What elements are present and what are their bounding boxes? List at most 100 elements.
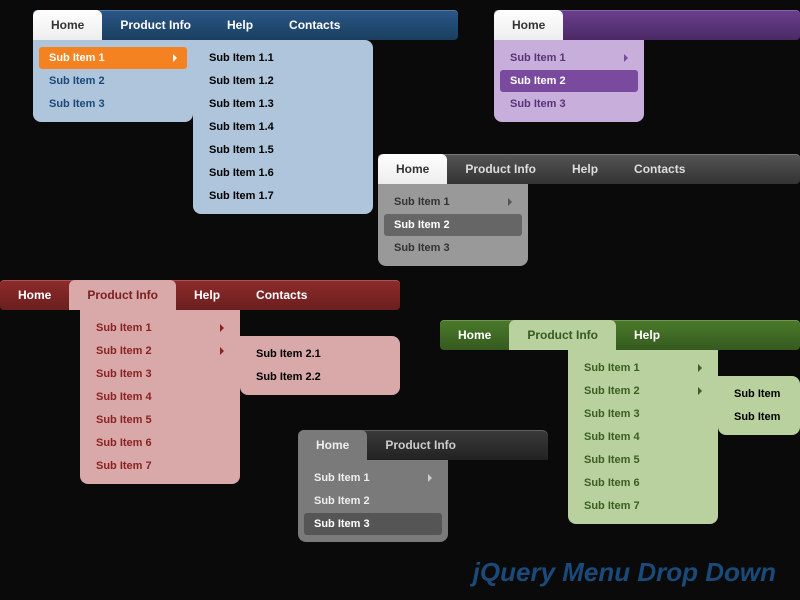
item-label: Sub Item 1.7 bbox=[209, 190, 274, 202]
item-label: Sub Item 4 bbox=[584, 431, 640, 443]
tab-home[interactable]: Home bbox=[494, 10, 563, 40]
item-label: Sub Item bbox=[734, 411, 780, 423]
item-label: Sub Item 1 bbox=[584, 362, 640, 374]
menu-item[interactable]: Sub Item 1 bbox=[574, 357, 712, 379]
item-label: Sub Item 1.3 bbox=[209, 98, 274, 110]
tab-product-info[interactable]: Product Info bbox=[367, 430, 474, 460]
chevron-right-icon bbox=[508, 198, 512, 206]
item-label: Sub Item 3 bbox=[584, 408, 640, 420]
item-label: Sub Item 5 bbox=[96, 414, 152, 426]
item-label: Sub Item 6 bbox=[96, 437, 152, 449]
tab-home[interactable]: Home bbox=[0, 280, 69, 310]
menu-item[interactable]: Sub Item 3 bbox=[574, 403, 712, 425]
tab-contacts[interactable]: Contacts bbox=[271, 10, 358, 40]
tab-product-info[interactable]: Product Info bbox=[447, 154, 554, 184]
menu-item[interactable]: Sub Item bbox=[724, 406, 794, 428]
chevron-right-icon bbox=[624, 54, 628, 62]
item-label: Sub Item 3 bbox=[510, 98, 566, 110]
menu-item[interactable]: Sub Item bbox=[724, 383, 794, 405]
item-label: Sub Item 1.2 bbox=[209, 75, 274, 87]
item-label: Sub Item 2.1 bbox=[256, 348, 321, 360]
purple-dropdown: Sub Item 1 Sub Item 2 Sub Item 3 bbox=[494, 40, 644, 122]
item-label: Sub Item 6 bbox=[584, 477, 640, 489]
menu-item[interactable]: Sub Item 2 bbox=[574, 380, 712, 402]
item-label: Sub Item 2 bbox=[584, 385, 640, 397]
blue-dropdown: Sub Item 1 Sub Item 2 Sub Item 3 bbox=[33, 40, 193, 122]
menu-item[interactable]: Sub Item 7 bbox=[574, 495, 712, 517]
item-label: Sub Item 1 bbox=[49, 52, 105, 64]
tab-contacts[interactable]: Contacts bbox=[238, 280, 325, 310]
green-submenu: Sub Item Sub Item bbox=[718, 376, 800, 435]
item-label: Sub Item 5 bbox=[584, 454, 640, 466]
menu-item[interactable]: Sub Item 1.3 bbox=[199, 93, 367, 115]
menu-item[interactable]: Sub Item 1.7 bbox=[199, 185, 367, 207]
item-label: Sub Item 3 bbox=[96, 368, 152, 380]
tab-home[interactable]: Home bbox=[378, 154, 447, 184]
tab-home[interactable]: Home bbox=[298, 430, 367, 460]
tab-product-info[interactable]: Product Info bbox=[509, 320, 616, 350]
menu-item[interactable]: Sub Item 3 bbox=[500, 93, 638, 115]
menu-item[interactable]: Sub Item 4 bbox=[86, 386, 234, 408]
green-menubar: Home Product Info Help bbox=[440, 320, 800, 350]
menu-item[interactable]: Sub Item 1 bbox=[86, 317, 234, 339]
item-label: Sub Item 1 bbox=[96, 322, 152, 334]
tab-product-info[interactable]: Product Info bbox=[69, 280, 176, 310]
menu-item[interactable]: Sub Item 1.4 bbox=[199, 116, 367, 138]
item-label: Sub Item 3 bbox=[314, 518, 370, 530]
menu-item[interactable]: Sub Item 1 bbox=[384, 191, 522, 213]
footer-title: jQuery Menu Drop Down bbox=[473, 557, 776, 588]
menu-item[interactable]: Sub Item 2 bbox=[86, 340, 234, 362]
tab-help[interactable]: Help bbox=[554, 154, 616, 184]
item-label: Sub Item 1.6 bbox=[209, 167, 274, 179]
menu-item[interactable]: Sub Item 1.2 bbox=[199, 70, 367, 92]
chevron-right-icon bbox=[173, 54, 177, 62]
menu-item[interactable]: Sub Item 3 bbox=[86, 363, 234, 385]
tab-contacts[interactable]: Contacts bbox=[616, 154, 703, 184]
menu-item[interactable]: Sub Item 2 bbox=[39, 70, 187, 92]
red-submenu: Sub Item 2.1 Sub Item 2.2 bbox=[240, 336, 400, 395]
item-label: Sub Item 2 bbox=[510, 75, 566, 87]
item-label: Sub Item 1.4 bbox=[209, 121, 274, 133]
tab-home[interactable]: Home bbox=[33, 10, 102, 40]
menu-item[interactable]: Sub Item 2 bbox=[500, 70, 638, 92]
blue-menubar: Home Product Info Help Contacts bbox=[33, 10, 458, 40]
menu-item[interactable]: Sub Item 5 bbox=[574, 449, 712, 471]
chevron-right-icon bbox=[698, 387, 702, 395]
red-menubar: Home Product Info Help Contacts bbox=[0, 280, 400, 310]
menu-item[interactable]: Sub Item 6 bbox=[574, 472, 712, 494]
menu-item[interactable]: Sub Item 3 bbox=[304, 513, 442, 535]
item-label: Sub Item 4 bbox=[96, 391, 152, 403]
red-dropdown: Sub Item 1 Sub Item 2 Sub Item 3 Sub Ite… bbox=[80, 310, 240, 484]
menu-item[interactable]: Sub Item 1.5 bbox=[199, 139, 367, 161]
item-label: Sub Item 2.2 bbox=[256, 371, 321, 383]
menu-item[interactable]: Sub Item 1 bbox=[39, 47, 187, 69]
tab-help[interactable]: Help bbox=[616, 320, 678, 350]
menu-item[interactable]: Sub Item 3 bbox=[384, 237, 522, 259]
item-label: Sub Item 2 bbox=[394, 219, 450, 231]
tab-help[interactable]: Help bbox=[176, 280, 238, 310]
chevron-right-icon bbox=[220, 347, 224, 355]
menu-item[interactable]: Sub Item 3 bbox=[39, 93, 187, 115]
dark-menubar: Home Product Info bbox=[298, 430, 548, 460]
tab-home[interactable]: Home bbox=[440, 320, 509, 350]
menu-item[interactable]: Sub Item 4 bbox=[574, 426, 712, 448]
menu-item[interactable]: Sub Item 2.1 bbox=[246, 343, 394, 365]
tab-help[interactable]: Help bbox=[209, 10, 271, 40]
menu-item[interactable]: Sub Item 1.1 bbox=[199, 47, 367, 69]
menu-item[interactable]: Sub Item 1 bbox=[500, 47, 638, 69]
chevron-right-icon bbox=[220, 324, 224, 332]
purple-menubar: Home bbox=[494, 10, 800, 40]
menu-item[interactable]: Sub Item 1.6 bbox=[199, 162, 367, 184]
tab-product-info[interactable]: Product Info bbox=[102, 10, 209, 40]
menu-item[interactable]: Sub Item 2 bbox=[304, 490, 442, 512]
menu-item[interactable]: Sub Item 1 bbox=[304, 467, 442, 489]
item-label: Sub Item bbox=[734, 388, 780, 400]
menu-item[interactable]: Sub Item 2 bbox=[384, 214, 522, 236]
item-label: Sub Item 7 bbox=[584, 500, 640, 512]
menu-item[interactable]: Sub Item 2.2 bbox=[246, 366, 394, 388]
item-label: Sub Item 2 bbox=[96, 345, 152, 357]
menu-item[interactable]: Sub Item 7 bbox=[86, 455, 234, 477]
menu-item[interactable]: Sub Item 6 bbox=[86, 432, 234, 454]
menu-item[interactable]: Sub Item 5 bbox=[86, 409, 234, 431]
green-dropdown: Sub Item 1 Sub Item 2 Sub Item 3 Sub Ite… bbox=[568, 350, 718, 524]
